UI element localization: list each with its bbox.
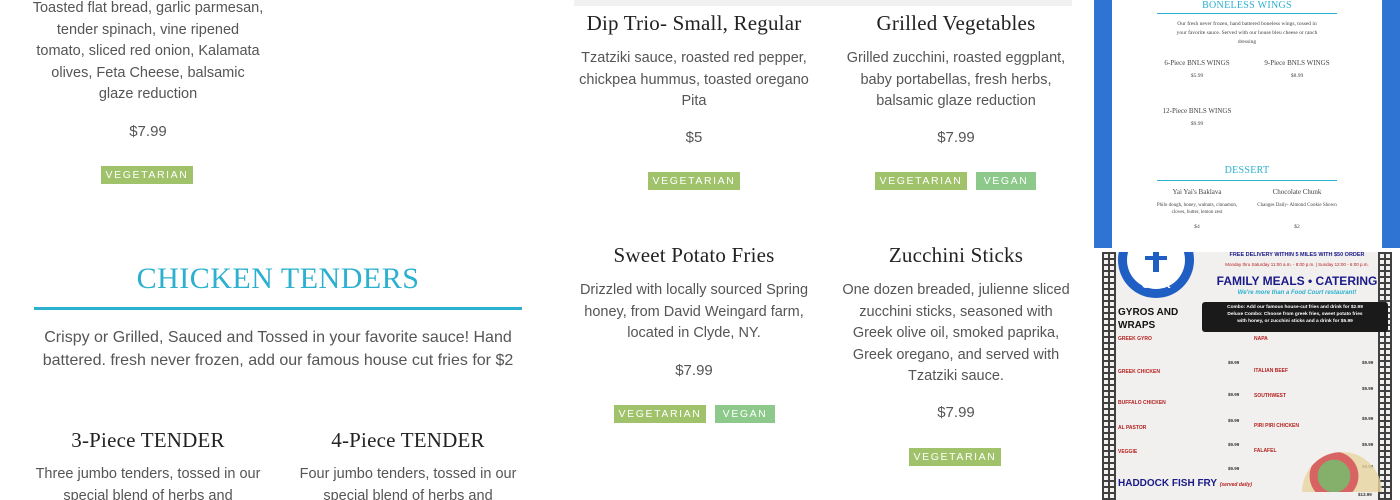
menu-item-price: $9.99 [1362,360,1374,365]
menu-item-name: 9-Piece BNLS WINGS [1264,59,1330,67]
menu-item-price: $13.99 [1358,492,1372,497]
item-title: Dip Trio- Small, Regular [586,11,802,35]
menu-item-price: $9.99 [1228,442,1240,447]
bottom-item-name: HADDOCK FISH FRY [1118,478,1217,489]
vegetarian-badge: VEGETARIAN [101,166,193,184]
logo: CHIK [1118,252,1194,298]
menu-item-price: $5.99 [1190,73,1204,79]
menu-item-price: $9.99 [1362,416,1374,421]
item-price: $7.99 [937,129,975,146]
delivery-banner: FREE DELIVERY WITHIN 5 MILES WITH $50 OR… [1229,252,1365,258]
menu-item-name: Yai Yai's Baklava [1172,188,1222,196]
menu-item-name: VEGGIE [1118,449,1138,455]
bottom-item-note: (served daily) [1219,482,1252,488]
item-title: 3-Piece TENDER [71,428,225,452]
item-description-line: Three jumbo tenders, tossed in our [35,466,261,482]
item-description: Grilled zucchini, roasted eggplant, baby… [846,50,1066,109]
headline: FAMILY MEALS • CATERING [1216,274,1378,288]
menu-item-price: $9.99 [1228,392,1240,397]
section-divider [34,307,522,310]
menu-item-price: $9.99 [1228,466,1240,471]
item-description: Tzatziki sauce, roasted red pepper, chic… [579,50,809,109]
item-price: $7.99 [675,362,713,379]
item-description: Four jumbo tenders, tossed in our specia… [292,464,524,500]
vegetarian-badge: VEGETARIAN [648,172,740,190]
menu-item-price: $9.99 [1362,442,1374,447]
section-title: CHICKEN TENDERS [136,262,420,295]
menu-item-name: GREEK CHICKEN [1118,369,1160,375]
menu-item-name: FALAFEL [1254,448,1277,454]
menu-item-description: Changes Daily- Almond Cookie Shown [1257,203,1337,208]
logo-text: CHIK [1141,277,1171,291]
menu-image-gyros-flyer[interactable]: CHIK FREE DELIVERY WITHIN 5 MILES WITH $… [1102,252,1392,500]
menu-section-description: Our fresh never frozen, hand battered bo… [1176,21,1318,45]
menu-item-price: $4 [1194,224,1200,230]
item-title: Grilled Vegetables [876,11,1036,35]
item-description: One dozen breaded, julienne sliced zucch… [842,282,1070,384]
menu-image-wings-dessert[interactable]: BONELESS WINGS Our fresh never frozen, h… [1094,0,1400,248]
bottom-item-title: HADDOCK FISH FRY (served daily) [1118,478,1252,489]
item-title: 4-Piece TENDER [331,428,485,452]
logo-cross [1145,256,1167,260]
menu-item-name: BUFFALO CHICKEN [1118,400,1166,406]
card-top-edge [574,0,1072,6]
menu-item-name: AL PASTOR [1118,425,1147,431]
menu-item-name: GREEK GYRO [1118,336,1152,342]
logo-cross [1153,252,1159,272]
menu-section-heading: DESSERT [1224,165,1270,176]
hours-text: Monday thru Saturday 11:00 a.m. - 8:00 p… [1225,262,1369,267]
section-intro-line: Crispy or Grilled, Sauced and Tossed in … [44,329,512,346]
item-description: Toasted flat bread, garlic parmesan, ten… [32,0,264,102]
section-intro: Crispy or Grilled, Sauced and Tossed in … [34,326,522,372]
item-price: $5 [685,129,703,146]
menu-item-price: $9.99 [1228,360,1240,365]
section-heading: GYROS AND WRAPS [1118,307,1179,331]
menu-item-name: Chocolate Chunk [1272,188,1322,196]
menu-page: BONELESS WINGS Our fresh never frozen, h… [1112,0,1382,248]
item-description: Drizzled with locally sourced Spring hon… [579,282,809,341]
item-title: Zucchini Sticks [888,243,1024,267]
vegan-badge: VEGAN [715,405,775,423]
menu-section-heading: BONELESS WINGS [1202,0,1292,11]
vegetarian-badge: VEGETARIAN [875,172,967,190]
vegan-badge: VEGAN [976,172,1036,190]
combo-box: Combo: Add our famous house-cut fries an… [1202,302,1388,332]
combo-line: Combo: Add our famous house-cut fries an… [1227,305,1363,310]
tagline: We're more than a Food Court restaurant! [1237,290,1357,296]
menu-item-price: $9.99 [1362,386,1374,391]
menu-item-price: $8.99 [1290,73,1304,79]
menu-item-description: Philo dough, honey, walnuts, cinnamon, c… [1156,203,1238,215]
menu-item-price: $9.99 [1228,418,1240,423]
item-description-line: special blend of herbs and [323,487,493,500]
menu-item-name: 12-Piece BNLS WINGS [1162,107,1232,115]
vegetarian-badge: VEGETARIAN [909,448,1001,466]
menu-divider [1157,180,1337,181]
vegetarian-badge: VEGETARIAN [614,405,706,423]
combo-line: with honey, or zucchini sticks and a dri… [1237,319,1353,324]
combo-line: Deluxe Combo: Choose from greek fries, s… [1227,312,1363,317]
item-description-line: Four jumbo tenders, tossed in our [299,466,517,482]
menu-item-price: $9.99 [1190,121,1204,127]
item-description: Three jumbo tenders, tossed in our speci… [32,464,264,500]
menu-item-name: SOUTHWEST [1254,393,1286,399]
menu-item-name: NAPA [1254,336,1268,342]
menu-item-name: PIRI PIRI CHICKEN [1254,423,1300,429]
section-intro-line: battered. fresh never frozen, add our fa… [42,352,514,369]
item-price: $7.99 [937,404,975,421]
menu-divider [1157,13,1337,14]
menu-item-name: ITALIAN BEEF [1254,368,1289,374]
food-photo [1302,452,1382,492]
item-title: Sweet Potato Fries [613,243,775,267]
item-description-line: special blend of herbs and [63,487,233,500]
greek-key-border [1102,252,1116,500]
item-price: $7.99 [129,123,167,140]
menu-item-name: 6-Piece BNLS WINGS [1164,59,1230,67]
menu-item-price: $2 [1294,224,1300,230]
